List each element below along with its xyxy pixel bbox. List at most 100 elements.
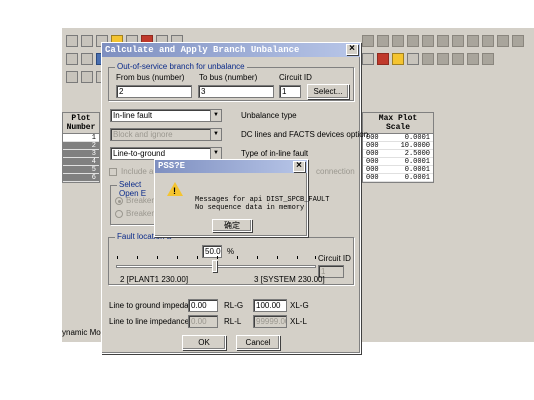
toolbar-icon[interactable]: [362, 35, 374, 47]
toolbar-icon[interactable]: [377, 35, 389, 47]
slider-tick: [257, 256, 258, 259]
toolbar-icon[interactable]: [482, 53, 494, 65]
table-row[interactable]: 000 0.0001: [363, 166, 433, 174]
toolbar-icon[interactable]: [497, 35, 509, 47]
toolbar-icon[interactable]: [66, 53, 78, 65]
toolbar-icon[interactable]: [81, 53, 93, 65]
toolbar-icon[interactable]: [452, 53, 464, 65]
group-label: Out-of-service branch for unbalance: [115, 62, 247, 71]
slider-tick: [177, 256, 178, 259]
toolbar-icon[interactable]: [392, 53, 404, 65]
ltl-r-label: RL-L: [224, 317, 242, 326]
chevron-down-icon[interactable]: ▼: [210, 129, 221, 140]
ltg-r-input[interactable]: 0.00: [188, 299, 218, 312]
toolbar-icon[interactable]: [66, 71, 78, 83]
toolbar-icon[interactable]: [482, 35, 494, 47]
toolbar-icon[interactable]: [362, 53, 374, 65]
toolbar-icon[interactable]: [377, 53, 389, 65]
grid-header-line: Plot: [71, 114, 91, 123]
ltl-x-input[interactable]: 99999.00: [253, 315, 287, 328]
unbalance-type-select[interactable]: In-line fault ▼: [110, 109, 222, 122]
close-button[interactable]: ×: [293, 161, 305, 172]
cancel-button[interactable]: Cancel: [236, 335, 280, 350]
toolbar-icon[interactable]: [407, 53, 419, 65]
circuit-id-input[interactable]: 1: [279, 85, 301, 98]
cell: 000: [366, 142, 379, 150]
toolbar-icon[interactable]: [422, 53, 434, 65]
table-row[interactable]: 000 2.5000: [363, 150, 433, 158]
circuit-id-label-2: Circuit ID: [318, 254, 351, 263]
warning-icon-mark: !: [173, 186, 176, 196]
slider-tick: [117, 256, 118, 259]
cell: 0.0001: [404, 166, 430, 174]
include-path-checkbox[interactable]: [109, 168, 117, 176]
ltg-x-input[interactable]: 100.00: [253, 299, 287, 312]
toolbar-icon[interactable]: [392, 35, 404, 47]
table-row[interactable]: 000 0.0001: [363, 158, 433, 166]
table-row[interactable]: 000 10.0000: [363, 142, 433, 150]
toolbar-icon[interactable]: [81, 71, 93, 83]
dc-facts-option-select[interactable]: Block and ignore ▼: [110, 128, 222, 141]
table-row[interactable]: 2: [63, 142, 99, 150]
unbalance-type-value: In-line fault: [113, 111, 153, 120]
cell: 000: [366, 174, 379, 182]
slider-thumb[interactable]: [212, 260, 217, 272]
grid-header-line: Number: [66, 123, 96, 132]
chevron-down-icon[interactable]: ▼: [210, 110, 221, 121]
from-bus-input[interactable]: 2: [116, 85, 192, 98]
grid-header-line: Max Plot: [378, 114, 418, 123]
toolbar-icon[interactable]: [467, 35, 479, 47]
error-message-box: PSS?E × ! Messages for api DIST_SPCB_FAU…: [154, 159, 329, 237]
slider-tick: [137, 256, 138, 259]
line-to-line-label: Line to line impedance: [109, 317, 190, 326]
slider-tick: [197, 256, 198, 259]
toolbar-icon[interactable]: [422, 35, 434, 47]
message-title: PSS?E: [158, 161, 186, 171]
chevron-down-icon[interactable]: ▼: [210, 148, 221, 159]
ok-button[interactable]: OK: [182, 335, 226, 350]
select-open-end-group: Select Open E: [110, 180, 160, 225]
toolbar-icon[interactable]: [66, 35, 78, 47]
breaker-to-radio[interactable]: [115, 210, 123, 218]
slider-tick: [217, 256, 218, 259]
plot-channel-grid: Plot Number 1 2 3 4 5 6: [62, 112, 100, 183]
fault-location-input[interactable]: 50.00: [202, 245, 222, 258]
grid-header: Plot Number: [63, 113, 99, 134]
table-row[interactable]: 000 0.0001: [363, 134, 433, 142]
ltg-x-label: XL-G: [290, 301, 309, 310]
table-row[interactable]: 1: [63, 134, 99, 142]
dc-facts-option-value: Block and ignore: [113, 130, 173, 139]
table-row[interactable]: 000 0.0001: [363, 174, 433, 182]
toolbar-row-1-right: [362, 32, 524, 50]
toolbar-icon[interactable]: [437, 35, 449, 47]
cell: 000: [366, 150, 379, 158]
cell: 0.0001: [404, 158, 430, 166]
slider-tick: [277, 256, 278, 259]
message-titlebar: PSS?E ×: [155, 160, 307, 173]
cell: 2.5000: [404, 150, 430, 158]
table-row[interactable]: 3: [63, 150, 99, 158]
toolbar-icon[interactable]: [452, 35, 464, 47]
toolbar-icon[interactable]: [437, 53, 449, 65]
message-ok-button[interactable]: 确定: [212, 219, 252, 232]
select-button[interactable]: Select...: [307, 84, 349, 99]
grid-header: Max Plot Scale: [363, 113, 433, 134]
message-text: Messages for api DIST_SPCB_FAULT No sequ…: [195, 196, 330, 212]
ltl-r-input[interactable]: 0.00: [188, 315, 218, 328]
ltl-x-label: XL-L: [290, 317, 307, 326]
table-row[interactable]: 4: [63, 158, 99, 166]
table-row[interactable]: 5: [63, 166, 99, 174]
breaker-from-radio[interactable]: [115, 197, 123, 205]
cell: 0.0001: [404, 134, 430, 142]
to-bus-input[interactable]: 3: [198, 85, 274, 98]
toolbar-icon[interactable]: [467, 53, 479, 65]
toolbar-icon[interactable]: [512, 35, 524, 47]
toolbar-icon[interactable]: [407, 35, 419, 47]
table-row[interactable]: 6: [63, 174, 99, 182]
dialog-titlebar: Calculate and Apply Branch Unbalance ×: [102, 43, 360, 57]
inline-fault-type-value: Line-to-ground: [113, 149, 166, 158]
dialog-title: Calculate and Apply Branch Unbalance: [105, 45, 300, 55]
toolbar-icon[interactable]: [81, 35, 93, 47]
toolbar-row-2-right: [362, 50, 494, 68]
close-button[interactable]: ×: [346, 44, 358, 55]
